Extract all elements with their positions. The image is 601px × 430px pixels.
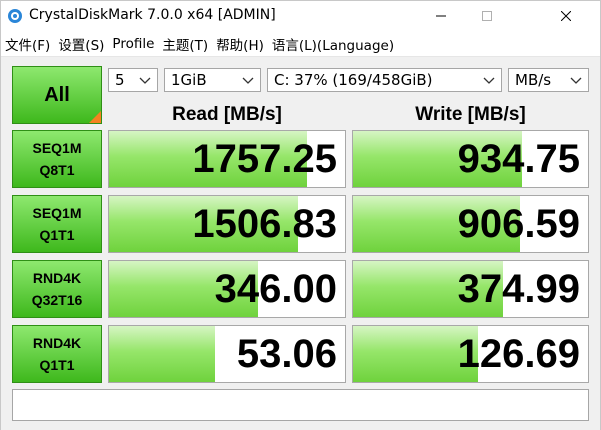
close-button[interactable] (531, 1, 600, 31)
run-all-label: All (44, 83, 70, 106)
read-bar (109, 326, 216, 382)
write-value: 906.59 (457, 202, 580, 246)
test-params: Q32T16 (31, 292, 83, 308)
close-icon (560, 11, 571, 21)
unit-value: MB/s (515, 71, 552, 89)
test-count-value: 5 (115, 71, 125, 89)
test-button-rnd4k-q1t1[interactable]: RND4K Q1T1 (12, 325, 102, 383)
write-value: 374.99 (457, 267, 580, 311)
write-column-header: Write [MB/s] (415, 104, 526, 125)
crystaldiskmark-window: CrystalDiskMark 7.0.0 x64 [ADMIN] 文件(F) … (0, 0, 601, 430)
run-all-button[interactable]: All (12, 66, 102, 124)
menu-help[interactable]: 帮助(H) (212, 34, 268, 54)
read-column-header: Read [MB/s] (172, 104, 282, 125)
chevron-down-icon (242, 77, 254, 84)
menu-theme[interactable]: 主题(T) (158, 34, 212, 54)
menu-file[interactable]: 文件(F) (1, 34, 54, 54)
write-result-rnd4k-q32t16: 374.99 (352, 260, 589, 318)
read-result-rnd4k-q32t16: 346.00 (108, 260, 346, 318)
menu-language[interactable]: 语言(L)(Language) (268, 34, 398, 54)
test-params: Q1T1 (39, 227, 75, 243)
test-size-value: 1GiB (171, 71, 207, 89)
chevron-down-icon (570, 77, 582, 84)
chevron-down-icon (139, 77, 151, 84)
menu-settings[interactable]: 设置(S) (54, 34, 108, 54)
test-name: SEQ1M (32, 205, 82, 221)
benchmark-panel: All 5 1GiB C: 37% (169/458GiB) MB/s Read… (1, 58, 600, 430)
corner-marker-icon (89, 111, 101, 123)
unit-select[interactable]: MB/s (508, 68, 589, 92)
write-result-seq1m-q1t1: 906.59 (352, 195, 589, 253)
minimize-button[interactable] (418, 1, 464, 31)
read-result-seq1m-q1t1: 1506.83 (108, 195, 346, 253)
title-bar: CrystalDiskMark 7.0.0 x64 [ADMIN] (1, 1, 600, 31)
read-value: 346.00 (214, 267, 337, 311)
test-size-select[interactable]: 1GiB (164, 68, 261, 92)
write-value: 126.69 (457, 332, 580, 376)
read-value: 1757.25 (192, 137, 337, 181)
write-result-seq1m-q8t1: 934.75 (352, 130, 589, 188)
app-icon (8, 9, 22, 23)
test-name: RND4K (32, 335, 82, 351)
drive-value: C: 37% (169/458GiB) (274, 71, 433, 89)
read-value: 1506.83 (192, 202, 337, 246)
read-value: 53.06 (236, 332, 337, 376)
menu-profile[interactable]: Profile (108, 36, 158, 52)
test-name: SEQ1M (32, 140, 82, 156)
write-result-rnd4k-q1t1: 126.69 (352, 325, 589, 383)
minimize-icon (436, 15, 446, 17)
maximize-button[interactable] (464, 1, 510, 31)
comment-input[interactable] (12, 389, 589, 421)
test-params: Q8T1 (39, 162, 75, 178)
read-result-rnd4k-q1t1: 53.06 (108, 325, 346, 383)
maximize-icon (482, 11, 492, 21)
drive-select[interactable]: C: 37% (169/458GiB) (267, 68, 502, 92)
write-value: 934.75 (457, 137, 580, 181)
test-button-rnd4k-q32t16[interactable]: RND4K Q32T16 (12, 260, 102, 318)
menu-bar: 文件(F) 设置(S) Profile 主题(T) 帮助(H) 语言(L)(La… (1, 31, 600, 57)
read-result-seq1m-q8t1: 1757.25 (108, 130, 346, 188)
test-name: RND4K (32, 270, 82, 286)
test-button-seq1m-q1t1[interactable]: SEQ1M Q1T1 (12, 195, 102, 253)
window-title: CrystalDiskMark 7.0.0 x64 [ADMIN] (29, 7, 276, 23)
test-params: Q1T1 (39, 357, 75, 373)
test-count-select[interactable]: 5 (108, 68, 158, 92)
chevron-down-icon (483, 77, 495, 84)
test-button-seq1m-q8t1[interactable]: SEQ1M Q8T1 (12, 130, 102, 188)
